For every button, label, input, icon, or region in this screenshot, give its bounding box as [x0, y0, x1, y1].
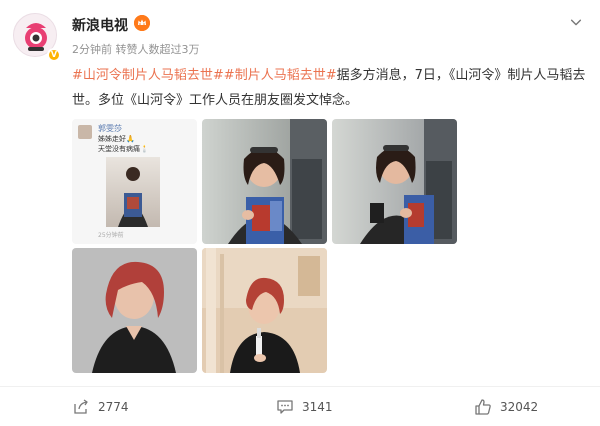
vip-crown-icon	[134, 15, 150, 31]
post-image-1[interactable]: 郭雯莎 姊姊走好🙏 天堂没有病痛🕯️ 25分钟前	[72, 119, 197, 244]
like-icon	[475, 399, 491, 415]
post-image-5[interactable]	[202, 248, 327, 373]
comment-button[interactable]: 3141	[276, 395, 333, 419]
post-body: #山河令制片人马韬去世##制片人马韬去世#据多方消息，7日，《山河令》制片人马韬…	[72, 63, 588, 113]
topic-link-1[interactable]: #山河令制片人马韬去世#	[72, 68, 224, 83]
comment-count: 3141	[302, 400, 333, 414]
post-image-4[interactable]	[72, 248, 197, 373]
like-count: 32042	[500, 400, 539, 414]
post-image-3[interactable]	[332, 119, 457, 244]
verified-badge-icon: V	[47, 48, 61, 62]
topic-link-2[interactable]: #制片人马韬去世#	[224, 68, 337, 83]
share-icon	[74, 399, 88, 414]
post-meta: 2分钟前 转赞人数超过3万	[72, 43, 200, 56]
author-name[interactable]: 新浪电视	[72, 15, 128, 35]
phone-line-1: 姊姊走好🙏	[98, 135, 135, 143]
comment-icon	[277, 400, 293, 414]
action-bar-divider	[0, 386, 600, 387]
more-chevron-icon	[570, 19, 582, 26]
post-image-2[interactable]	[202, 119, 327, 244]
like-button[interactable]: 32042	[474, 395, 538, 419]
share-count: 2774	[98, 400, 129, 414]
more-options-button[interactable]	[564, 10, 588, 34]
weibo-post-card: V 新浪电视 2分钟前 转赞人数超过3万 #山河令制片人马韬去世##制片人马韬去…	[0, 0, 600, 426]
phone-username: 郭雯莎	[98, 124, 122, 133]
share-button[interactable]: 2774	[72, 395, 129, 419]
phone-line-2: 天堂没有病痛🕯️	[98, 145, 149, 153]
phone-footer: 25分钟前	[98, 232, 124, 239]
